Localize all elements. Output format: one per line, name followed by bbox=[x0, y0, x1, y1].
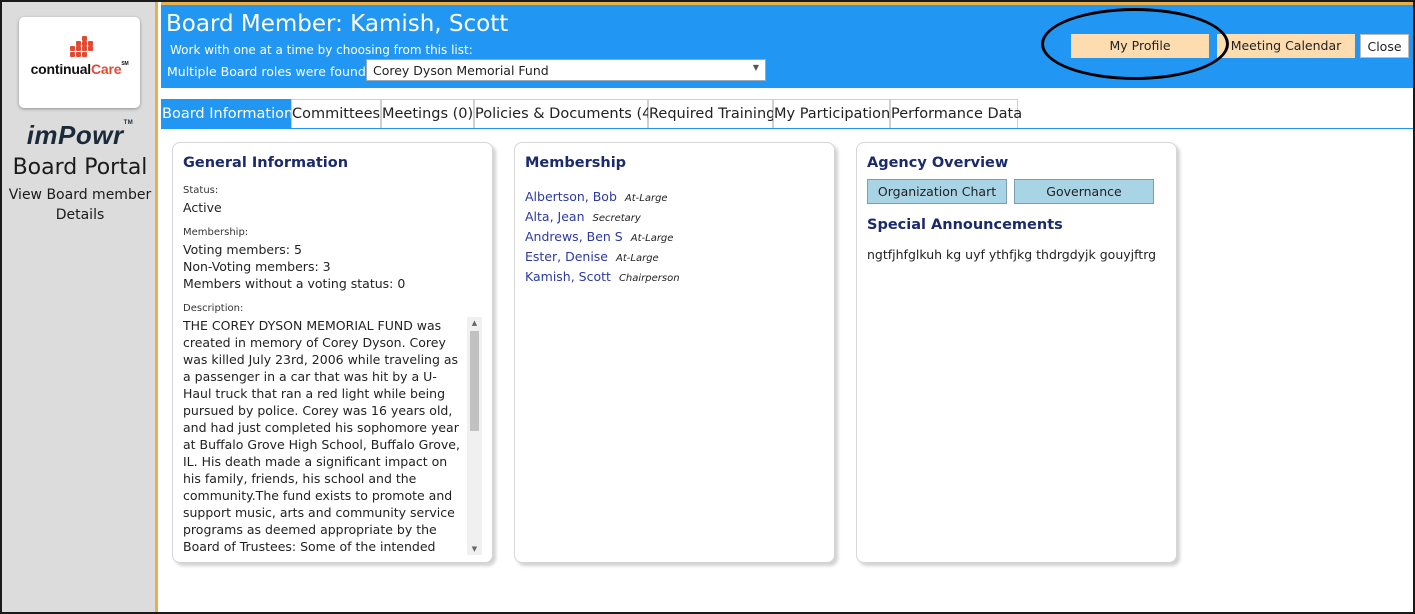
member-name-link[interactable]: Kamish, Scott bbox=[525, 269, 611, 284]
my-profile-button[interactable]: My Profile bbox=[1071, 34, 1209, 58]
tab-committees[interactable]: Committees bbox=[291, 99, 381, 128]
company-logo: continualCareSM bbox=[19, 17, 140, 108]
logo-mark-icon bbox=[70, 36, 94, 58]
member-row: Ester, Denise At-Large bbox=[525, 246, 659, 266]
scroll-down-arrow-icon[interactable]: ▼ bbox=[467, 545, 482, 553]
description-scrollbar[interactable]: ▲ ▼ bbox=[467, 317, 482, 555]
agency-overview-title: Agency Overview bbox=[867, 155, 1009, 171]
brand-name: imPowrTM bbox=[26, 120, 134, 150]
member-name-link[interactable]: Andrews, Ben S bbox=[525, 229, 623, 244]
tab-board-information[interactable]: Board Information bbox=[161, 99, 293, 128]
tab-performance-data[interactable]: Performance Data bbox=[890, 99, 1022, 128]
announcement-text: ngtfjhfglkuh kg uyf ythfjkg thdrgdyjk go… bbox=[867, 247, 1157, 262]
organization-chart-button[interactable]: Organization Chart bbox=[867, 179, 1007, 204]
member-role: At-Large bbox=[624, 193, 668, 204]
portal-title: Board Portal bbox=[12, 155, 148, 180]
tab-bar: Board Information Committees Meetings (0… bbox=[161, 99, 1413, 129]
tab-meetings[interactable]: Meetings (0) bbox=[381, 99, 474, 128]
governance-button[interactable]: Governance bbox=[1014, 179, 1154, 204]
board-role-select[interactable]: Corey Dyson Memorial Fund ▼ bbox=[366, 59, 766, 81]
logo-text: continualCareSM bbox=[30, 61, 129, 77]
special-announcements-title: Special Announcements bbox=[867, 217, 1063, 233]
member-role: At-Large bbox=[616, 253, 659, 264]
member-name-link[interactable]: Ester, Denise bbox=[525, 249, 608, 264]
page-title: Board Member: Kamish, Scott bbox=[166, 11, 509, 37]
tab-my-participation[interactable]: My Participation bbox=[773, 99, 890, 128]
non-voting-members: Non-Voting members: 3 bbox=[183, 259, 331, 274]
scroll-thumb[interactable] bbox=[470, 331, 479, 431]
member-name-link[interactable]: Albertson, Bob bbox=[525, 189, 617, 204]
description-label: Description: bbox=[183, 303, 244, 314]
status-value: Active bbox=[183, 200, 222, 215]
general-information-title: General Information bbox=[183, 155, 349, 171]
tab-policies-documents[interactable]: Policies & Documents (4) bbox=[474, 99, 657, 128]
voting-members: Voting members: 5 bbox=[183, 242, 302, 257]
meeting-calendar-button[interactable]: Meeting Calendar bbox=[1217, 34, 1355, 58]
tab-required-training[interactable]: Required Training bbox=[648, 99, 775, 128]
status-label: Status: bbox=[183, 185, 219, 196]
selected-role-value: Corey Dyson Memorial Fund bbox=[373, 63, 549, 78]
membership-label: Membership: bbox=[183, 227, 249, 238]
agency-overview-card: Agency Overview Organization Chart Gover… bbox=[856, 142, 1177, 563]
portal-subtitle: View Board member Details bbox=[8, 187, 152, 223]
sidebar: continualCareSM imPowrTM Board Portal Vi… bbox=[2, 2, 158, 612]
chevron-down-icon: ▼ bbox=[752, 63, 759, 72]
header-bar: Board Member: Kamish, Scott Work with on… bbox=[161, 2, 1413, 88]
membership-title: Membership bbox=[525, 155, 627, 171]
member-row: Kamish, Scott Chairperson bbox=[525, 266, 680, 286]
member-role: Chairperson bbox=[618, 273, 680, 284]
member-row: Andrews, Ben S At-Large bbox=[525, 226, 673, 246]
description-scroll-area[interactable]: THE COREY DYSON MEMORIAL FUND was create… bbox=[183, 317, 483, 555]
roles-label: Multiple Board roles were found. bbox=[167, 64, 370, 79]
members-without-status: Members without a voting status: 0 bbox=[183, 276, 406, 291]
member-role: Secretary bbox=[592, 213, 641, 224]
instruction-text: Work with one at a time by choosing from… bbox=[170, 43, 473, 57]
member-name-link[interactable]: Alta, Jean bbox=[525, 209, 585, 224]
member-row: Albertson, Bob At-Large bbox=[525, 186, 668, 206]
scroll-up-arrow-icon[interactable]: ▲ bbox=[467, 319, 482, 327]
member-row: Alta, Jean Secretary bbox=[525, 206, 641, 226]
membership-card: Membership Albertson, Bob At-Large Alta, … bbox=[514, 142, 835, 563]
member-role: At-Large bbox=[630, 233, 674, 244]
general-information-card: General Information Status: Active Membe… bbox=[172, 142, 493, 563]
close-button[interactable]: Close bbox=[1360, 34, 1409, 58]
description-text: THE COREY DYSON MEMORIAL FUND was create… bbox=[183, 318, 460, 554]
